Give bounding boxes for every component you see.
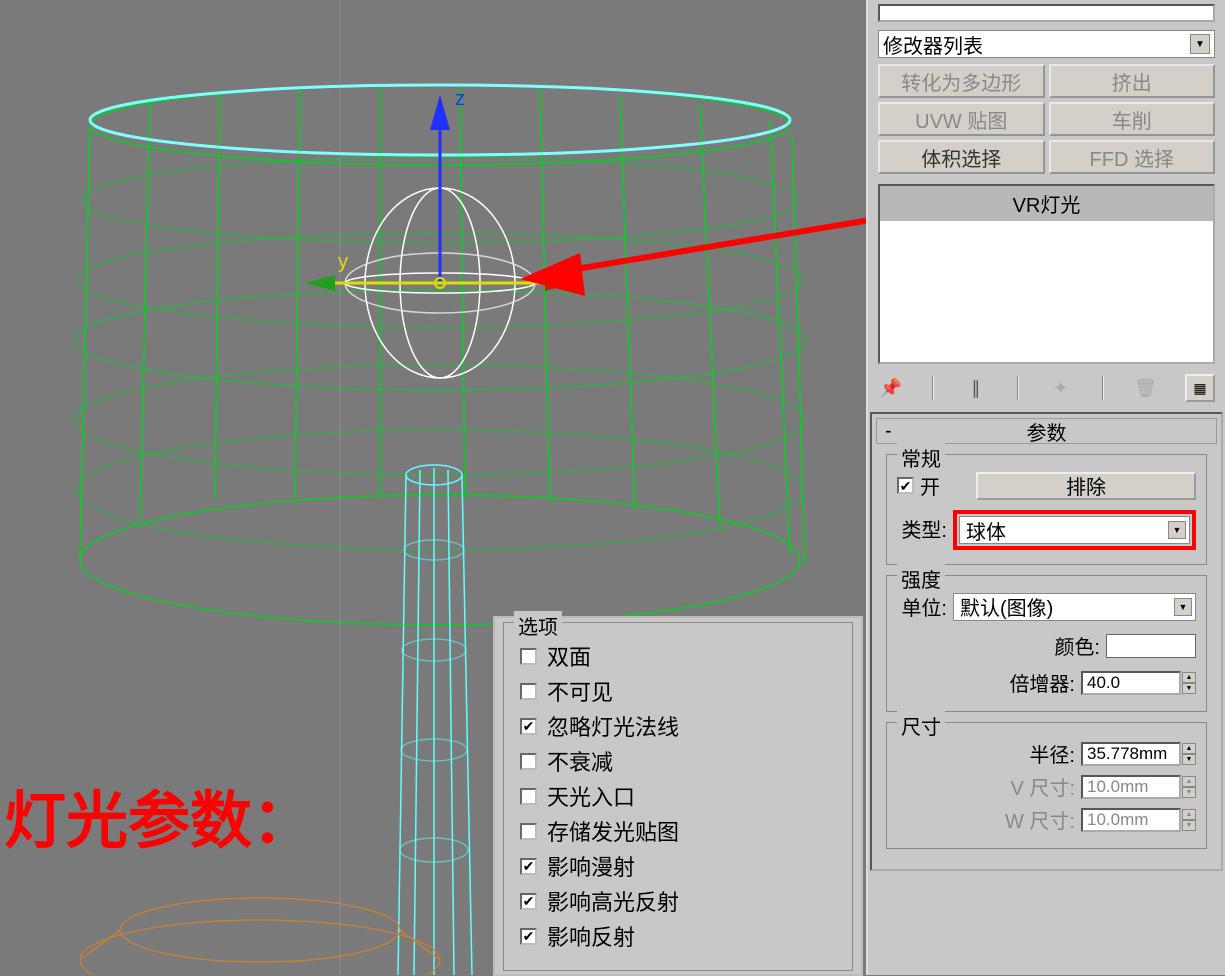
object-name-field[interactable]: [878, 4, 1215, 22]
radius-spinner[interactable]: ▲▼: [1182, 743, 1196, 765]
to-poly-button[interactable]: 转化为多边形: [878, 64, 1045, 98]
pin-icon[interactable]: 📌: [878, 375, 904, 401]
no-decay-checkbox[interactable]: [520, 753, 537, 770]
size-group: 尺寸 半径: 35.778mm ▲▼ V 尺寸: 10.0mm ▲▼ W 尺寸:…: [886, 722, 1207, 849]
configure-sets-icon[interactable]: ▦: [1185, 374, 1215, 402]
chevron-down-icon[interactable]: ▼: [1168, 521, 1186, 539]
on-checkbox[interactable]: ✔: [897, 477, 914, 494]
toolbar-separator: [1102, 376, 1104, 400]
annotation-text: 灯光参数：: [4, 788, 314, 856]
rollout-toggle[interactable]: -: [885, 420, 892, 443]
w-size-label: W 尺寸:: [1005, 805, 1075, 834]
affect-specular-label: 影响高光反射: [547, 885, 679, 917]
type-label: 类型:: [897, 514, 947, 543]
on-label: 开: [920, 471, 940, 500]
toolbar-separator: [932, 376, 934, 400]
modifier-list-dropdown[interactable]: 修改器列表 ▼: [878, 30, 1215, 58]
z-axis-label: z: [455, 88, 465, 110]
w-size-spinner: ▲▼: [1182, 809, 1196, 831]
type-highlight: 球体 ▼: [953, 510, 1196, 550]
show-end-result-icon[interactable]: ∥: [963, 375, 989, 401]
double-sided-checkbox[interactable]: [520, 648, 537, 665]
affect-diffuse-checkbox[interactable]: ✔: [520, 858, 537, 875]
stack-toolbar: 📌 ∥ ✦ 🗑 ▦: [878, 370, 1215, 406]
affect-diffuse-label: 影响漫射: [547, 850, 635, 882]
general-legend: 常规: [897, 443, 945, 472]
radius-input[interactable]: 35.778mm: [1081, 742, 1181, 766]
affect-refl-checkbox[interactable]: ✔: [520, 928, 537, 945]
affect-refl-label: 影响反射: [547, 920, 635, 952]
invisible-checkbox[interactable]: [520, 683, 537, 700]
stack-item-vr-light[interactable]: VR灯光: [880, 186, 1213, 221]
no-decay-label: 不衰减: [547, 745, 613, 777]
make-unique-icon[interactable]: ✦: [1048, 375, 1074, 401]
extrude-button[interactable]: 挤出: [1049, 64, 1216, 98]
type-dropdown[interactable]: 球体 ▼: [959, 516, 1190, 544]
sky-portal-checkbox[interactable]: [520, 788, 537, 805]
multiplier-input[interactable]: 40.0: [1081, 671, 1181, 695]
v-size-label: V 尺寸:: [1011, 772, 1075, 801]
options-group-legend: 选项: [514, 611, 562, 640]
delete-modifier-icon[interactable]: 🗑: [1133, 375, 1159, 401]
lathe-button[interactable]: 车削: [1049, 102, 1216, 136]
intensity-group: 强度 单位: 默认(图像) ▼ 颜色: 倍增器: 40.0 ▲▼: [886, 575, 1207, 712]
v-size-spinner: ▲▼: [1182, 776, 1196, 798]
units-dropdown[interactable]: 默认(图像) ▼: [953, 593, 1196, 621]
units-label: 单位:: [897, 592, 947, 621]
parameters-rollout: - 参数 常规 ✔ 开 排除 类型: 球体 ▼ 强度: [870, 412, 1223, 871]
modify-panel: 修改器列表 ▼ 转化为多边形 挤出 UVW 贴图 车削 体积选择 FFD 选择 …: [866, 0, 1225, 975]
invisible-label: 不可见: [547, 675, 613, 707]
multiplier-spinner[interactable]: ▲▼: [1182, 672, 1196, 694]
intensity-legend: 强度: [897, 564, 945, 593]
rollout-title: 参数: [1027, 417, 1067, 446]
exclude-button[interactable]: 排除: [976, 472, 1196, 500]
store-irrad-checkbox[interactable]: [520, 823, 537, 840]
rollout-header[interactable]: - 参数: [876, 418, 1217, 444]
modifier-stack[interactable]: VR灯光: [878, 184, 1215, 364]
affect-specular-checkbox[interactable]: ✔: [520, 893, 537, 910]
units-value: 默认(图像): [960, 592, 1053, 621]
options-rollout-panel: 选项 双面 不可见 ✔忽略灯光法线 不衰减 天光入口 存储发光贴图 ✔影响漫射 …: [493, 616, 863, 976]
multiplier-label: 倍增器:: [1009, 668, 1075, 697]
store-irrad-label: 存储发光贴图: [547, 815, 679, 847]
uvw-map-button[interactable]: UVW 贴图: [878, 102, 1045, 136]
chevron-down-icon[interactable]: ▼: [1174, 598, 1192, 616]
chevron-down-icon[interactable]: ▼: [1190, 34, 1210, 54]
radius-label: 半径:: [1029, 739, 1075, 768]
color-label: 颜色:: [1054, 631, 1100, 660]
toolbar-separator: [1017, 376, 1019, 400]
ffd-select-button[interactable]: FFD 选择: [1049, 140, 1216, 174]
sky-portal-label: 天光入口: [547, 780, 635, 812]
vol-select-button[interactable]: 体积选择: [878, 140, 1045, 174]
ignore-normals-checkbox[interactable]: ✔: [520, 718, 537, 735]
w-size-input: 10.0mm: [1081, 808, 1181, 832]
size-legend: 尺寸: [897, 711, 945, 740]
ignore-normals-label: 忽略灯光法线: [547, 710, 679, 742]
general-group: 常规 ✔ 开 排除 类型: 球体 ▼: [886, 454, 1207, 565]
double-sided-label: 双面: [547, 640, 591, 672]
modifier-list-label: 修改器列表: [883, 30, 983, 59]
v-size-input: 10.0mm: [1081, 775, 1181, 799]
color-swatch[interactable]: [1106, 634, 1196, 658]
type-value: 球体: [966, 516, 1006, 545]
